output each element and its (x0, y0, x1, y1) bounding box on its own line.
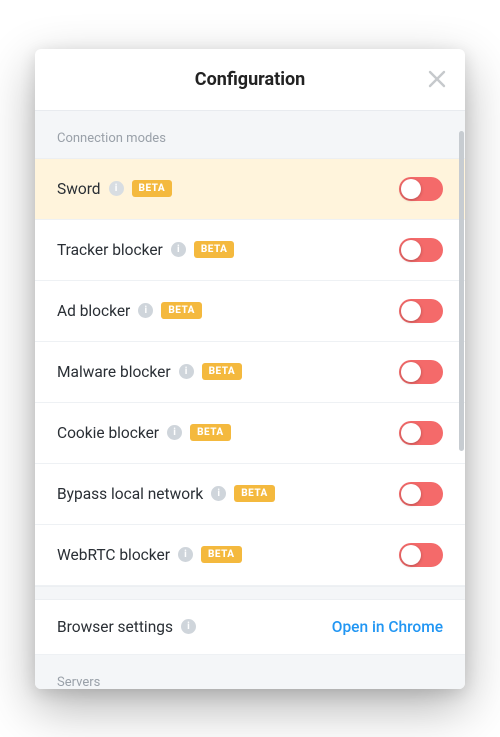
info-icon[interactable]: i (171, 242, 186, 257)
toggle-sword[interactable] (399, 177, 443, 201)
beta-badge: BETA (161, 302, 202, 319)
toggle-tracker-blocker[interactable] (399, 238, 443, 262)
row-label: WebRTC blocker (57, 546, 170, 564)
section-header-servers: Servers (35, 655, 465, 689)
row-label: Cookie blocker (57, 424, 159, 442)
page-title: Configuration (195, 69, 305, 90)
toggle-ad-blocker[interactable] (399, 299, 443, 323)
beta-badge: BETA (202, 363, 243, 380)
row-bypass-local-network: Bypass local network i BETA (35, 464, 465, 525)
beta-badge: BETA (194, 241, 235, 258)
row-label: Malware blocker (57, 363, 171, 381)
row-label: Browser settings (57, 618, 173, 636)
row-label: Bypass local network (57, 485, 203, 503)
beta-badge: BETA (201, 546, 242, 563)
close-button[interactable] (427, 69, 447, 89)
beta-badge: BETA (234, 485, 275, 502)
row-cookie-blocker: Cookie blocker i BETA (35, 403, 465, 464)
panel-header: Configuration (35, 49, 465, 111)
row-browser-settings: Browser settings i Open in Chrome (35, 600, 465, 655)
toggle-webrtc-blocker[interactable] (399, 543, 443, 567)
beta-badge: BETA (132, 180, 173, 197)
open-in-chrome-link[interactable]: Open in Chrome (332, 618, 443, 636)
row-label: Ad blocker (57, 302, 130, 320)
row-ad-blocker: Ad blocker i BETA (35, 281, 465, 342)
row-malware-blocker: Malware blocker i BETA (35, 342, 465, 403)
info-icon[interactable]: i (138, 303, 153, 318)
scrollbar-thumb[interactable] (459, 131, 464, 451)
row-label: Tracker blocker (57, 241, 163, 259)
toggle-cookie-blocker[interactable] (399, 421, 443, 445)
info-icon[interactable]: i (211, 486, 226, 501)
info-icon[interactable]: i (179, 364, 194, 379)
section-divider (35, 586, 465, 600)
beta-badge: BETA (190, 424, 231, 441)
row-label: Sword (57, 180, 101, 198)
info-icon[interactable]: i (167, 425, 182, 440)
row-sword: Sword i BETA (35, 159, 465, 220)
close-icon (427, 69, 447, 89)
toggle-bypass-local-network[interactable] (399, 482, 443, 506)
row-webrtc-blocker: WebRTC blocker i BETA (35, 525, 465, 586)
info-icon[interactable]: i (178, 547, 193, 562)
row-tracker-blocker: Tracker blocker i BETA (35, 220, 465, 281)
toggle-malware-blocker[interactable] (399, 360, 443, 384)
configuration-panel: Configuration Connection modes Sword i B… (35, 49, 465, 689)
scroll-area[interactable]: Connection modes Sword i BETA Tracker bl… (35, 111, 465, 689)
info-icon[interactable]: i (181, 619, 196, 634)
scrollbar[interactable] (458, 111, 465, 689)
section-header-connection-modes: Connection modes (35, 111, 465, 159)
info-icon[interactable]: i (109, 181, 124, 196)
